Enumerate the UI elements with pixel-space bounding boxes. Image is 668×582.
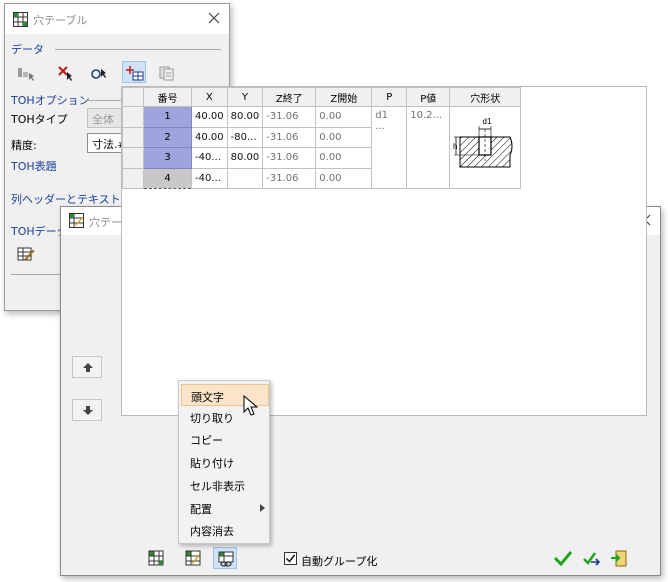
exit-icon (611, 550, 627, 567)
divider (55, 49, 221, 50)
panel-titlebar: 穴テーブル (5, 4, 229, 34)
auto-group-checkbox[interactable] (284, 552, 297, 565)
column-header[interactable]: 穴形状 (449, 87, 522, 107)
toh-option-section-title[interactable]: TOHオプション (11, 92, 90, 108)
menu-item-hide-cell[interactable]: セル非表示 (181, 474, 269, 496)
pval-value: 10.2... (410, 110, 443, 121)
chevron-right-icon (260, 504, 265, 512)
menu-item-paste[interactable]: 貼り付け (181, 451, 269, 473)
pval-cell[interactable]: 10.2... (406, 106, 451, 189)
delete-point-icon (58, 66, 72, 81)
shape-d-label: d1 (483, 117, 492, 126)
select-point-button[interactable] (14, 62, 38, 84)
column-header[interactable]: 番号 (143, 87, 192, 107)
edit-table-button[interactable] (14, 243, 38, 265)
checkmark-icon (285, 554, 296, 563)
table-edit-icon (185, 550, 201, 566)
close-icon[interactable] (207, 11, 221, 25)
number-cell[interactable]: 1 (143, 106, 192, 128)
insert-row-button[interactable] (144, 547, 168, 569)
zend-cell[interactable]: -31.06 (262, 167, 317, 189)
hole-table-icon (13, 12, 28, 27)
data-section-title[interactable]: データ (11, 41, 44, 57)
table-copy-icon (159, 66, 174, 81)
table-link-icon (218, 551, 234, 567)
row-header[interactable] (122, 147, 144, 169)
row-header[interactable] (122, 126, 144, 148)
menu-item-copy[interactable]: コピー (181, 428, 269, 450)
column-header[interactable]: Z終了 (262, 87, 317, 107)
menu-item-alignment[interactable]: 配置 (181, 497, 269, 519)
column-header[interactable]: Y (226, 87, 264, 107)
toh-type-label: TOHタイプ (11, 113, 68, 126)
menu-item-clear-contents[interactable]: 内容消去 (181, 519, 269, 541)
column-header[interactable]: P値 (406, 87, 451, 107)
toh-type-value: 全体 (92, 113, 114, 126)
p-more: ... (375, 121, 385, 132)
move-up-button[interactable] (72, 356, 102, 378)
column-header[interactable]: X (191, 87, 228, 107)
select-point-icon (18, 68, 34, 81)
edit-cell-button[interactable] (181, 547, 205, 569)
shape-h-label: h (453, 142, 457, 151)
hole-shape-image: d1 h (453, 117, 513, 168)
auto-group-label[interactable]: 自動グループ化 (301, 553, 377, 569)
mouse-cursor-icon (243, 395, 259, 416)
zstart-cell[interactable]: 0.00 (315, 167, 373, 189)
hole-table-grid[interactable]: 番号 X Y Z終了 Z開始 P P値 穴形状 1 40.00 80.00 -3… (121, 86, 647, 416)
row-header[interactable] (122, 167, 144, 189)
origin-icon (126, 66, 144, 81)
zstart-cell[interactable]: 0.00 (315, 106, 373, 128)
grid-corner (122, 87, 144, 107)
zend-cell[interactable]: -31.06 (262, 106, 317, 128)
table-row[interactable]: 1 40.00 80.00 -31.06 0.00 d1 ... 10.2... (122, 106, 522, 189)
add-point-icon (91, 69, 106, 79)
number-cell[interactable]: 3 (143, 147, 192, 169)
table-settings-button[interactable] (155, 62, 179, 84)
zstart-cell[interactable]: 0.00 (315, 147, 373, 169)
menu-item-alignment-label: 配置 (190, 503, 212, 516)
x-cell[interactable]: -40... (191, 167, 228, 189)
edit-table-icon (17, 247, 35, 261)
y-cell[interactable]: -80... (226, 126, 264, 148)
cancel-button[interactable] (609, 548, 631, 570)
apply-button[interactable] (581, 548, 603, 570)
arrow-down-icon (83, 406, 93, 415)
y-cell[interactable] (226, 167, 264, 189)
number-cell[interactable]: 4 (143, 167, 192, 189)
table-insert-icon (148, 550, 164, 566)
check-icon (553, 551, 573, 567)
number-cell[interactable]: 2 (143, 126, 192, 148)
p-value: d1 (375, 110, 388, 121)
add-hole-button[interactable] (88, 62, 112, 84)
x-cell[interactable]: 40.00 (191, 106, 228, 128)
link-table-button[interactable] (213, 547, 237, 569)
delete-hole-button[interactable] (54, 62, 78, 84)
hole-shape-cell[interactable]: d1 h (449, 106, 522, 189)
ok-button[interactable] (553, 548, 575, 570)
hole-table: 番号 X Y Z終了 Z開始 P P値 穴形状 1 40.00 80.00 -3… (122, 87, 522, 189)
zend-cell[interactable]: -31.06 (262, 126, 317, 148)
y-cell[interactable]: 80.00 (226, 147, 264, 169)
column-header[interactable]: Z開始 (315, 87, 373, 107)
precision-label: 精度: (11, 139, 37, 152)
origin-button[interactable] (122, 61, 146, 83)
toh-header-section-title[interactable]: TOH表題 (11, 158, 57, 174)
zstart-cell[interactable]: 0.00 (315, 126, 373, 148)
move-down-button[interactable] (72, 399, 102, 421)
x-cell[interactable]: 40.00 (191, 126, 228, 148)
apply-icon (583, 552, 601, 566)
zend-cell[interactable]: -31.06 (262, 147, 317, 169)
arrow-up-icon (83, 363, 93, 372)
p-cell[interactable]: d1 ... (371, 106, 408, 189)
panel-title: 穴テーブル (33, 14, 88, 27)
row-header[interactable] (122, 106, 144, 128)
x-cell[interactable]: -40... (191, 147, 228, 169)
y-cell[interactable]: 80.00 (226, 106, 264, 128)
hole-table-edit-icon (69, 213, 84, 228)
column-header[interactable]: P (371, 87, 408, 107)
